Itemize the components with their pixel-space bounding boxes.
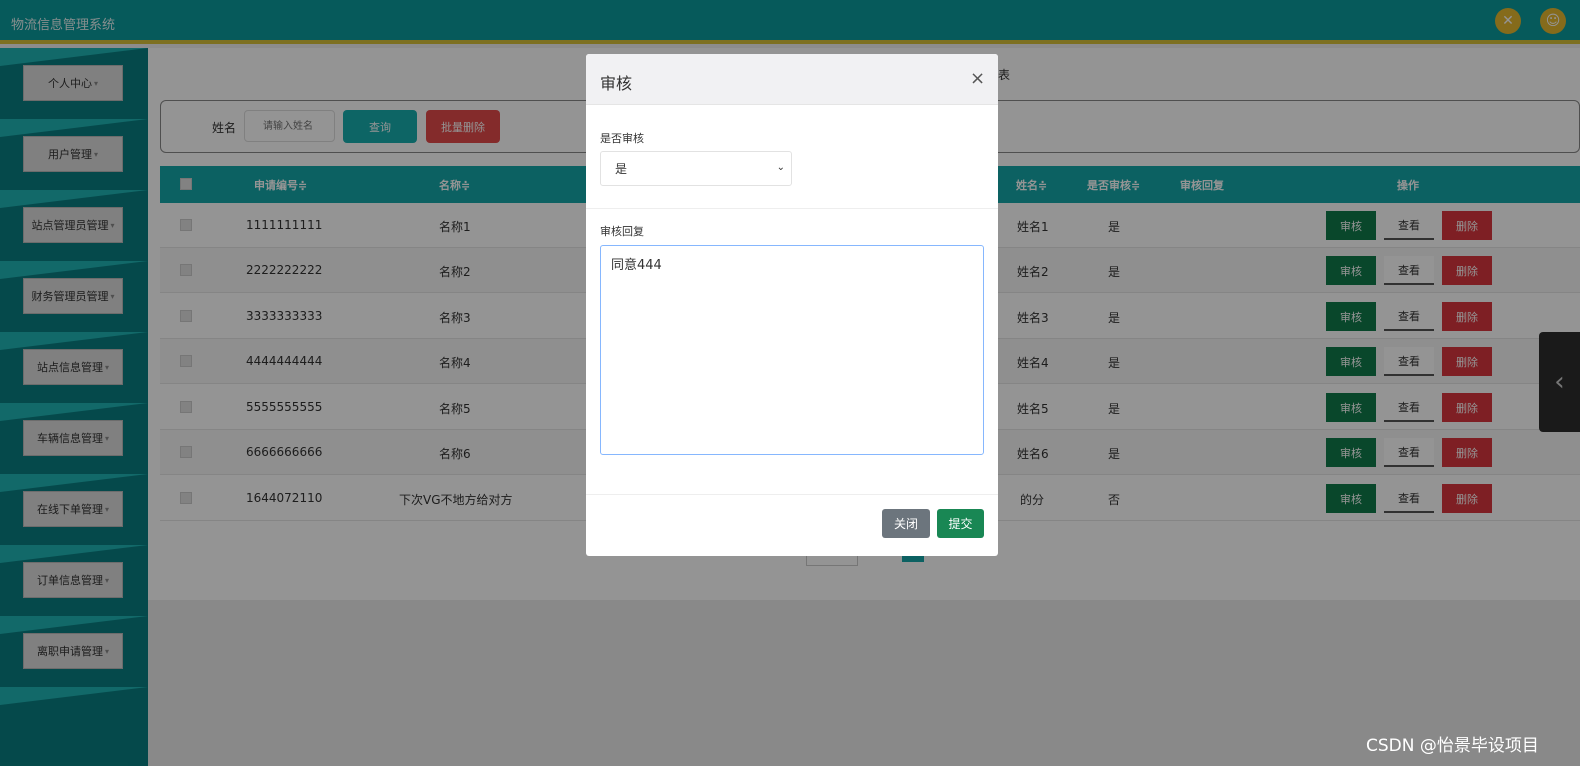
audit-status-label: 是否审核 — [600, 132, 644, 145]
modal-close-button[interactable]: 关闭 — [882, 509, 930, 538]
audit-reply-label: 审核回复 — [600, 225, 644, 238]
modal-divider — [586, 208, 998, 209]
audit-status-select[interactable]: 是 ⌄ — [600, 151, 792, 186]
audit-status-value: 是 — [615, 162, 628, 176]
watermark: CSDN @怡景毕设项目 — [1366, 736, 1539, 756]
chevron-down-icon: ⌄ — [776, 162, 785, 173]
modal-header: 审核 × — [586, 54, 998, 105]
modal-footer-divider — [586, 494, 998, 495]
modal-submit-button[interactable]: 提交 — [937, 509, 984, 538]
audit-reply-textarea[interactable]: 同意444 — [600, 245, 984, 455]
close-icon[interactable]: × — [970, 68, 985, 89]
modal-title: 审核 — [600, 74, 633, 93]
